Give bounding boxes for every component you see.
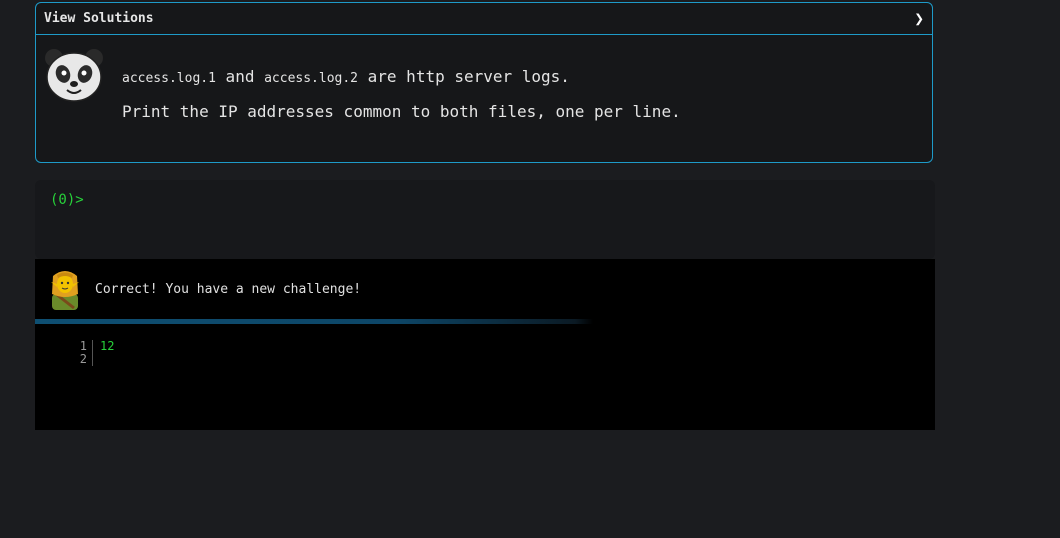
- and-text: and: [215, 67, 265, 86]
- problem-line-2: Print the IP addresses common to both fi…: [122, 102, 681, 121]
- terminal-prompt: (0)>: [50, 192, 84, 208]
- terminal-input[interactable]: (0)>: [35, 180, 935, 259]
- output-text: 12: [100, 339, 115, 353]
- elf-avatar-icon: [51, 271, 79, 310]
- output-editor: 1 2 12: [65, 340, 114, 366]
- file-name-1: access.log.1: [122, 71, 216, 86]
- problem-line-1: access.log.1 and access.log.2 are http s…: [122, 67, 681, 86]
- challenge-area: View Solutions ❯ access.log.1 and access…: [35, 0, 935, 430]
- feedback-panel: Correct! You have a new challenge! 1 2 12: [35, 259, 935, 430]
- problem-statement: access.log.1 and access.log.2 are http s…: [122, 69, 681, 120]
- challenge-card: View Solutions ❯ access.log.1 and access…: [35, 2, 933, 163]
- chevron-right-icon[interactable]: ❯: [914, 10, 924, 27]
- success-message: Correct! You have a new challenge!: [95, 282, 362, 297]
- line-numbers: 1 2: [65, 340, 93, 366]
- view-solutions-header[interactable]: View Solutions ❯: [36, 3, 932, 35]
- panda-avatar-icon: [45, 49, 103, 102]
- progress-bar: [35, 319, 935, 324]
- problem-rest-text: are http server logs.: [358, 67, 570, 86]
- file-name-2: access.log.2: [264, 71, 359, 86]
- view-solutions-label[interactable]: View Solutions: [44, 11, 154, 26]
